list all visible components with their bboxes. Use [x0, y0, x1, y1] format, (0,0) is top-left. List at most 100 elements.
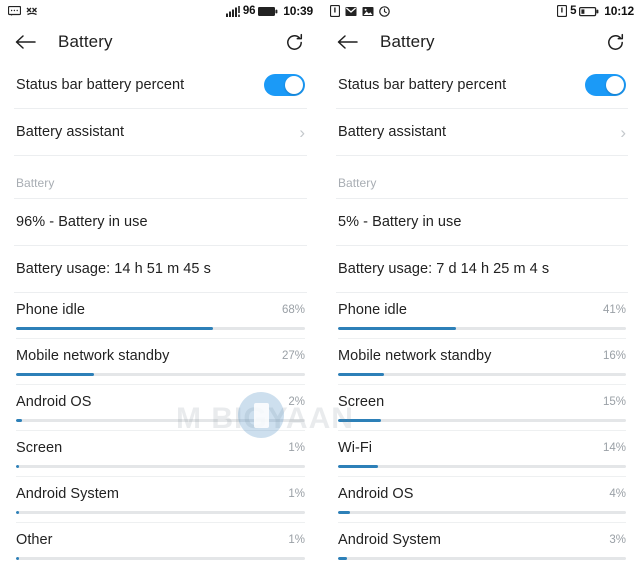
signal-bars-icon: [225, 5, 240, 17]
battery-status-text: 96% - Battery in use: [16, 214, 148, 230]
usage-row-header: Other 1%: [16, 523, 305, 557]
battery-percent-text: 96: [242, 5, 256, 17]
usage-bar-fill: [16, 373, 95, 376]
phone-screen-right: 5 10:12 Battery Status bar battery perce…: [321, 0, 642, 568]
usage-bar-fill: [16, 557, 19, 560]
usage-percent: 68%: [281, 304, 305, 316]
usage-name: Mobile network standby: [338, 348, 492, 364]
usage-row[interactable]: Phone idle 68%: [0, 293, 321, 339]
status-bar-percent-toggle[interactable]: [585, 74, 626, 96]
usage-percent: 4%: [609, 488, 626, 500]
usage-name: Mobile network standby: [16, 348, 170, 364]
usage-percent: 1%: [288, 488, 305, 500]
page-title: Battery: [380, 32, 435, 51]
back-arrow-icon[interactable]: [336, 33, 358, 51]
usage-bar-fill: [16, 465, 19, 468]
usage-percent: 14%: [602, 442, 626, 454]
usage-bar-track: [16, 465, 305, 468]
usage-row-header: Screen 15%: [338, 385, 626, 419]
usage-percent: 3%: [609, 534, 626, 546]
usage-bar-track: [338, 419, 626, 422]
setting-row-battery-assistant[interactable]: Battery assistant ›: [322, 109, 642, 155]
usage-name: Wi-Fi: [338, 440, 373, 456]
page-title: Battery: [58, 32, 113, 51]
usage-row-header: Phone idle 41%: [338, 293, 626, 327]
status-bar-right-icons: 96 10:39: [225, 4, 313, 18]
battery-usage-list: Phone idle 68% Mobile network standby 27…: [0, 293, 321, 568]
chevron-right-icon: ›: [299, 122, 305, 142]
usage-row[interactable]: Android System 1%: [0, 477, 321, 523]
status-bar: 96 10:39: [0, 0, 321, 22]
usage-bar-fill: [338, 419, 382, 422]
usage-row[interactable]: Screen 15%: [322, 385, 642, 431]
usage-row[interactable]: Screen 1%: [0, 431, 321, 477]
usage-bar-track: [16, 557, 305, 560]
usage-row-header: Android System 3%: [338, 523, 626, 557]
usage-row-header: Android System 1%: [16, 477, 305, 511]
usage-row[interactable]: Phone idle 41%: [322, 293, 642, 339]
battery-usage-list: Phone idle 41% Mobile network standby 16…: [322, 293, 642, 568]
usage-bar-fill: [16, 511, 19, 514]
mute-icon: [26, 6, 38, 17]
status-bar-right-icons: 5 10:12: [557, 4, 634, 18]
usage-name: Screen: [338, 394, 385, 410]
usage-row[interactable]: Mobile network standby 27%: [0, 339, 321, 385]
setting-label: Battery assistant: [338, 124, 447, 140]
phone-screen-left: 96 10:39 Battery Status bar battery perc…: [0, 0, 321, 568]
battery-usage-time-row: Battery usage: 7 d 14 h 25 m 4 s: [322, 246, 642, 292]
usage-row[interactable]: Wi-Fi 14%: [322, 431, 642, 477]
usage-bar-fill: [16, 327, 213, 330]
setting-row-status-bar-battery-percent[interactable]: Status bar battery percent: [0, 62, 321, 108]
section-label: Battery: [338, 176, 377, 190]
setting-row-status-bar-battery-percent[interactable]: Status bar battery percent: [322, 62, 642, 108]
app-bar: Battery: [322, 22, 642, 62]
usage-row[interactable]: Android System 3%: [322, 523, 642, 568]
usage-name: Android OS: [16, 394, 92, 410]
battery-status-row: 96% - Battery in use: [0, 199, 321, 245]
settings-list: Status bar battery percent Battery assis…: [0, 62, 321, 293]
app-bar: Battery: [0, 22, 321, 62]
usage-row[interactable]: Android OS 2%: [0, 385, 321, 431]
usage-bar-track: [16, 511, 305, 514]
toggle-knob: [606, 76, 624, 94]
battery-status-row: 5% - Battery in use: [322, 199, 642, 245]
screenshot-icon: [362, 6, 374, 17]
status-bar-percent-toggle[interactable]: [264, 74, 305, 96]
usage-bar-fill: [338, 327, 457, 330]
setting-row-battery-assistant[interactable]: Battery assistant ›: [0, 109, 321, 155]
usage-name: Android OS: [338, 486, 414, 502]
usage-row-header: Android OS 4%: [338, 477, 626, 511]
usage-percent: 27%: [281, 350, 305, 362]
usage-bar-track: [338, 373, 626, 376]
refresh-icon[interactable]: [605, 32, 626, 53]
usage-percent: 15%: [602, 396, 626, 408]
usage-row[interactable]: Mobile network standby 16%: [322, 339, 642, 385]
usage-row-header: Wi-Fi 14%: [338, 431, 626, 465]
usage-row-header: Mobile network standby 27%: [16, 339, 305, 373]
usage-bar-track: [338, 327, 626, 330]
usage-name: Android System: [338, 532, 442, 548]
battery-usage-time-text: Battery usage: 7 d 14 h 25 m 4 s: [338, 261, 550, 277]
status-bar-clock: 10:12: [604, 4, 634, 18]
usage-bar-fill: [16, 419, 22, 422]
usage-bar-track: [338, 511, 626, 514]
usage-name: Android System: [16, 486, 120, 502]
usage-row[interactable]: Android OS 4%: [322, 477, 642, 523]
usage-percent: 41%: [602, 304, 626, 316]
usage-bar-track: [338, 557, 626, 560]
section-header-battery: Battery: [0, 156, 321, 198]
usage-row-header: Android OS 2%: [16, 385, 305, 419]
usage-name: Other: [16, 532, 53, 548]
usage-name: Phone idle: [16, 302, 86, 318]
usage-bar-track: [16, 373, 305, 376]
usage-bar-fill: [338, 373, 385, 376]
usage-row[interactable]: Other 1%: [0, 523, 321, 568]
battery-status-text: 5% - Battery in use: [338, 214, 462, 230]
usage-percent: 2%: [288, 396, 305, 408]
usage-row-header: Screen 1%: [16, 431, 305, 465]
usage-percent: 16%: [602, 350, 626, 362]
status-bar-left-icons: [8, 5, 38, 17]
refresh-icon[interactable]: [284, 32, 305, 53]
back-arrow-icon[interactable]: [14, 33, 36, 51]
chevron-right-icon: ›: [620, 122, 626, 142]
